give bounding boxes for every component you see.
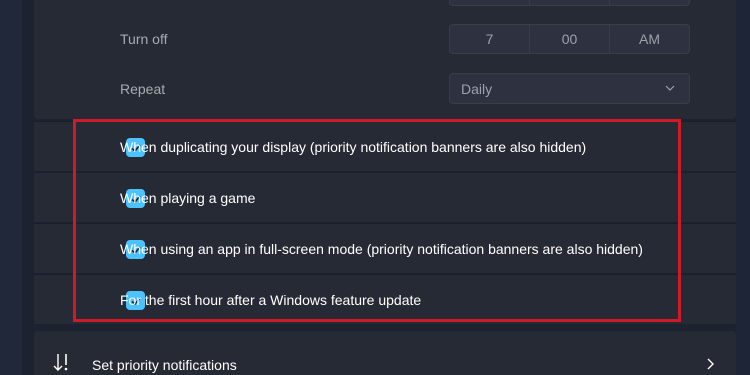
turn-on-time-picker[interactable] [449,0,690,6]
set-priority-notifications-label: Set priority notifications [92,357,237,373]
repeat-label: Repeat [120,81,166,97]
condition-label-duplicating-display: When duplicating your display (priority … [120,139,587,155]
repeat-value: Daily [461,81,493,97]
repeat-dropdown[interactable]: Daily [449,73,690,104]
turn-off-hour[interactable]: 7 [450,25,530,53]
condition-label-feature-update: For the first hour after a Windows featu… [120,292,422,308]
turn-off-period[interactable]: AM [610,25,689,53]
turn-off-time-picker[interactable]: 7 00 AM [449,24,690,54]
chevron-right-icon [707,358,714,370]
condition-row[interactable]: When duplicating your display (priority … [34,121,736,171]
turn-on-period[interactable] [610,0,689,5]
left-panel-edge [0,0,22,375]
condition-row[interactable]: For the first hour after a Windows featu… [34,274,736,324]
scrollbar-track[interactable] [736,0,750,375]
turn-off-minute[interactable]: 00 [530,25,610,53]
condition-row[interactable]: When using an app in full-screen mode (p… [34,223,736,273]
condition-label-playing-game: When playing a game [120,190,256,206]
priority-notifications-icon [53,354,68,371]
condition-row[interactable]: When playing a game [34,172,736,222]
turn-off-label: Turn off [120,31,168,47]
turn-on-minute[interactable] [530,0,610,5]
chevron-down-icon [665,85,675,91]
condition-label-full-screen-app: When using an app in full-screen mode (p… [120,241,643,257]
turn-on-hour[interactable] [450,0,530,5]
